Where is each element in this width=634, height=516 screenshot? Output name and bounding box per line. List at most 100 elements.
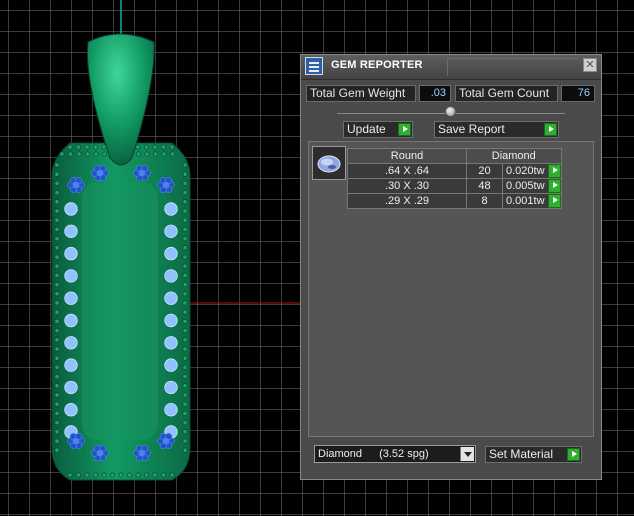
set-material-button[interactable]: Set Material [485,446,582,463]
edge-bead [135,472,141,478]
material-select[interactable]: Diamond (3.52 spg) [314,445,476,463]
gem-reporter-window: GEM REPORTER ✕ Total Gem Weight .03 Tota… [300,54,602,480]
edge-bead [182,226,188,232]
edge-bead [118,472,124,478]
save-report-button[interactable]: Save Report [434,121,559,138]
round-stone [164,224,178,239]
table-row[interactable]: .29 X .29 8 0.001tw [347,193,562,209]
edge-bead [182,447,188,453]
green-arrow-icon[interactable] [547,179,561,193]
edge-bead [54,420,60,426]
edge-bead [182,392,188,398]
gem-count: 8 [466,193,503,209]
edge-bead [144,151,150,157]
gem-table: Round Diamond .64 X .64 20 0.020tw .30 X… [347,148,562,209]
edge-bead [182,272,188,278]
edge-bead [144,144,150,150]
flower-stone-cluster [133,164,151,182]
flower-stone-cluster [67,432,85,450]
total-gem-count-value: 76 [561,85,595,102]
edge-bead [54,346,60,352]
header-round: Round [347,148,467,164]
round-stone [64,291,78,305]
edge-bead [67,144,73,150]
edge-bead [76,472,82,478]
edge-bead [76,144,82,150]
gem-list: Round Diamond .64 X .64 20 0.020tw .30 X… [308,141,594,437]
header-diamond: Diamond [466,148,562,164]
round-stone [64,336,78,350]
edge-bead [54,236,60,242]
table-row[interactable]: .30 X .30 48 0.005tw [347,178,562,194]
round-stone [164,403,178,417]
edge-bead [85,151,91,157]
edge-bead [182,383,188,389]
edge-bead [54,447,60,453]
round-stone [164,358,178,372]
table-row[interactable]: .64 X .64 20 0.020tw [347,163,562,179]
edge-bead [161,472,167,478]
edge-bead [135,144,141,150]
green-arrow-icon [567,448,580,461]
edge-bead [182,282,188,288]
round-stone [164,313,178,328]
edge-bead [54,171,60,177]
round-stone [164,380,178,395]
gem-weight-text: 0.005tw [506,180,545,192]
slider-handle[interactable] [445,106,456,117]
flower-stone-cluster [157,176,175,194]
close-icon[interactable]: ✕ [583,58,597,72]
round-stone [64,313,78,328]
edge-bead [76,151,82,157]
gem-weight-text: 0.020tw [506,165,545,177]
edge-bead [59,151,65,157]
edge-bead [182,300,188,306]
gem-size: .30 X .30 [347,178,467,194]
edge-bead [182,217,188,223]
round-stone [64,246,78,261]
edge-bead [182,254,188,260]
edge-bead [54,208,60,214]
update-button[interactable]: Update [343,121,413,138]
edge-bead [54,318,60,324]
gem-count: 48 [466,178,503,194]
edge-bead [54,355,60,361]
edge-bead [182,420,188,426]
gem-weight-text: 0.001tw [506,195,545,207]
edge-bead [54,383,60,389]
flower-stone-cluster [157,432,175,450]
material-name: Diamond [318,448,363,460]
edge-bead [54,190,60,196]
edge-bead [68,151,74,157]
round-gem-icon[interactable] [312,146,346,180]
edge-bead [54,300,60,306]
edge-bead [54,272,60,278]
edge-bead [93,144,99,150]
edge-bead [182,180,188,186]
edge-bead [182,438,188,444]
edge-bead [127,472,133,478]
green-arrow-icon [398,123,411,136]
edge-bead [84,144,90,150]
green-arrow-icon [544,123,557,136]
edge-bead [182,190,188,196]
update-button-label: Update [347,122,386,136]
edge-bead [102,151,108,157]
green-arrow-icon[interactable] [547,164,561,178]
edge-bead [182,328,188,334]
edge-bead [84,472,90,478]
gem-reporter-icon [305,57,323,75]
edge-bead [169,472,175,478]
edge-bead [54,199,60,205]
green-arrow-icon[interactable] [547,194,561,208]
round-stone [64,202,78,216]
title-bar[interactable]: GEM REPORTER ✕ [301,55,601,80]
edge-bead [54,392,60,398]
edge-bead [182,199,188,205]
edge-bead [182,162,188,168]
chevron-down-icon[interactable] [460,447,474,461]
gem-weight: 0.020tw [502,163,562,179]
total-gem-weight-label: Total Gem Weight [306,85,416,102]
flower-stone-cluster [91,164,109,182]
total-gem-count-label: Total Gem Count [455,85,558,102]
